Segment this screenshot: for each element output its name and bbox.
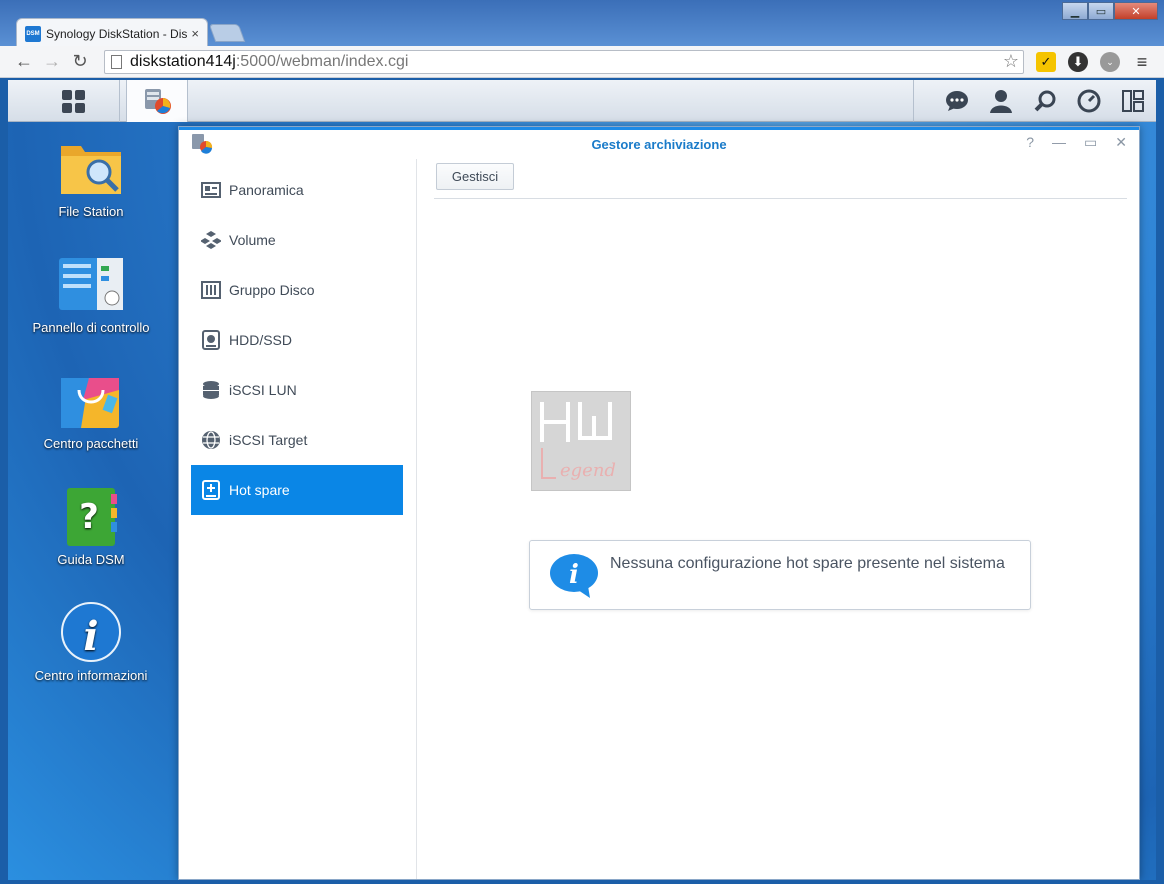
sidebar-item-volume[interactable]: Volume: [191, 215, 403, 265]
hwlegend-watermark-logo: egend: [531, 391, 631, 491]
sidebar-item-label: Volume: [229, 232, 276, 248]
address-bar[interactable]: diskstation414j:5000/webman/index.cgi ☆: [104, 50, 1024, 74]
desktop-icon-info-center[interactable]: i Centro informazioni: [16, 602, 166, 684]
menu-icon[interactable]: ≡: [1132, 52, 1152, 72]
extensions: ✓ ⬇ ⌄ ≡: [1036, 52, 1152, 72]
info-center-icon: i: [59, 602, 123, 662]
storage-manager-window: Gestore archiviazione ? — ▭ ✕ Panoramica…: [178, 126, 1140, 880]
layout-icon[interactable]: [1118, 87, 1148, 115]
storage-manager-icon: [145, 89, 171, 114]
svg-text:?: ?: [79, 497, 99, 537]
tab-title: Synology DiskStation - Dis: [46, 26, 188, 41]
sidebar-item-label: iSCSI Target: [229, 432, 308, 448]
tab-close-icon[interactable]: ×: [191, 26, 199, 41]
user-icon[interactable]: [986, 87, 1016, 115]
page-icon: [111, 55, 122, 69]
window-controls: ▁ ▭ ✕: [1062, 2, 1158, 20]
desktop-icon-label: Guida DSM: [57, 552, 125, 567]
svg-text:i: i: [83, 613, 98, 660]
download-manager-icon[interactable]: ⬇: [1068, 52, 1088, 72]
sidebar-item-label: HDD/SSD: [229, 332, 293, 348]
help-icon: ?: [59, 486, 123, 546]
file-station-icon: [59, 138, 123, 198]
browser-close-button[interactable]: ✕: [1114, 2, 1158, 20]
window-controls: ? — ▭ ✕: [1026, 134, 1127, 151]
info-message-text: Nessuna configurazione hot spare present…: [610, 555, 1005, 572]
sidebar-item-label: Hot spare: [229, 482, 290, 498]
browser-minimize-button[interactable]: ▁: [1062, 2, 1088, 20]
hot-spare-icon: [201, 480, 221, 500]
manage-button[interactable]: Gestisci: [436, 163, 514, 190]
close-button[interactable]: ✕: [1115, 134, 1127, 151]
norton-icon[interactable]: ✓: [1036, 52, 1056, 72]
desktop-icon-file-station[interactable]: File Station: [16, 138, 166, 220]
desktop-icon-label: Centro informazioni: [34, 668, 148, 683]
desktop-icon-dsm-help[interactable]: ? Guida DSM: [16, 486, 166, 568]
dsm-desktop: File Station Pannello di controllo Centr…: [8, 80, 1156, 880]
browser-maximize-button[interactable]: ▭: [1088, 2, 1114, 20]
desktop-icon-label: Pannello di controllo: [32, 320, 150, 335]
desktop-icon-package-center[interactable]: Centro pacchetti: [16, 370, 166, 452]
sidebar-item-panoramica[interactable]: Panoramica: [191, 165, 403, 215]
back-button[interactable]: ←: [10, 51, 38, 72]
window-title: Gestore archiviazione: [591, 137, 727, 152]
browser-tab[interactable]: DSM Synology DiskStation - Dis ×: [16, 18, 208, 48]
widgets-icon[interactable]: [1074, 87, 1104, 115]
notifications-icon[interactable]: [942, 87, 972, 115]
disk-group-icon: [201, 280, 221, 300]
control-panel-icon: [59, 254, 123, 314]
svg-text:egend: egend: [560, 460, 616, 481]
sidebar-item-label: iSCSI LUN: [229, 382, 297, 398]
svg-text:i: i: [569, 560, 579, 590]
sidebar-item-iscsi-target[interactable]: iSCSI Target: [191, 415, 403, 465]
sidebar-item-gruppo-disco[interactable]: Gruppo Disco: [191, 265, 403, 315]
package-center-icon: [59, 370, 123, 430]
dsm-taskbar: [8, 80, 1156, 122]
desktop-icon-label: Centro pacchetti: [43, 436, 139, 451]
forward-button[interactable]: →: [38, 51, 66, 72]
toolbar-divider: [434, 198, 1127, 199]
dsm-favicon-icon: DSM: [25, 25, 41, 42]
info-icon: i: [550, 554, 598, 598]
window-header: Gestore archiviazione ? — ▭ ✕: [179, 127, 1139, 159]
browser-titlebar: DSM Synology DiskStation - Dis × ▁ ▭ ✕: [0, 0, 1164, 48]
desktop-icon-control-panel[interactable]: Pannello di controllo: [16, 254, 166, 336]
sidebar-item-hot-spare[interactable]: Hot spare: [191, 465, 403, 515]
sidebar-item-label: Gruppo Disco: [229, 282, 315, 298]
help-button[interactable]: ?: [1026, 134, 1034, 151]
sidebar-item-label: Panoramica: [229, 182, 304, 198]
browser-toolbar: ← → ↻ diskstation414j:5000/webman/index.…: [0, 46, 1164, 78]
url-host: diskstation414j: [130, 53, 236, 70]
desktop-icon-label: File Station: [58, 204, 124, 219]
main-content: Gestisci egend i Nessuna configurazione: [418, 159, 1139, 879]
volume-icon: [201, 230, 221, 250]
url-path: :5000/webman/index.cgi: [235, 53, 409, 70]
sidebar: Panoramica Volume Gruppo Disco HDD/SSD i…: [179, 159, 417, 879]
main-menu-icon: [62, 89, 85, 113]
hdd-icon: [201, 330, 221, 350]
iscsi-target-icon: [201, 430, 221, 450]
browser-chrome: DSM Synology DiskStation - Dis × ▁ ▭ ✕ ←…: [0, 0, 1164, 78]
extension-icon[interactable]: ⌄: [1100, 52, 1120, 72]
minimize-button[interactable]: —: [1052, 134, 1066, 151]
info-message-box: i Nessuna configurazione hot spare prese…: [529, 540, 1031, 610]
sidebar-item-hdd-ssd[interactable]: HDD/SSD: [191, 315, 403, 365]
bookmark-star-icon[interactable]: ☆: [1003, 51, 1019, 72]
main-menu-button[interactable]: [28, 80, 120, 122]
reload-button[interactable]: ↻: [66, 51, 94, 72]
search-icon[interactable]: [1030, 87, 1060, 115]
taskbar-tools: [913, 80, 1148, 122]
overview-icon: [201, 180, 221, 200]
sidebar-item-iscsi-lun[interactable]: iSCSI LUN: [191, 365, 403, 415]
iscsi-lun-icon: [201, 380, 221, 400]
new-tab-button[interactable]: [208, 24, 246, 42]
maximize-button[interactable]: ▭: [1084, 134, 1097, 151]
taskbar-storage-manager[interactable]: [126, 80, 188, 122]
